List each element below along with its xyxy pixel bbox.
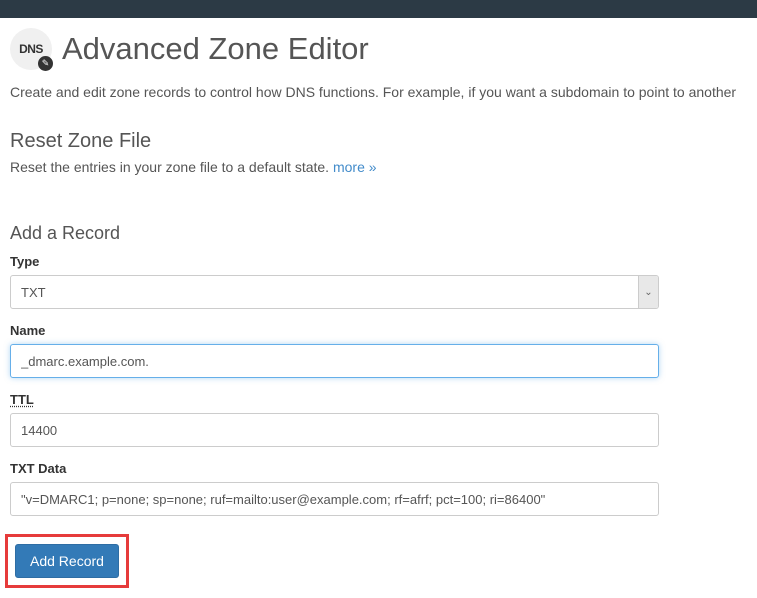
type-select[interactable]: TXT: [10, 275, 659, 309]
reset-zone-description: Reset the entries in your zone file to a…: [10, 159, 747, 175]
txtdata-label: TXT Data: [10, 461, 747, 476]
highlight-box: Add Record: [5, 534, 129, 588]
name-field: Name: [10, 323, 747, 378]
page-header: DNS ✎ Advanced Zone Editor: [0, 18, 757, 84]
name-label: Name: [10, 323, 747, 338]
type-field: Type TXT ⌄: [10, 254, 747, 309]
add-record-button[interactable]: Add Record: [15, 544, 119, 578]
ttl-input[interactable]: [10, 413, 659, 447]
reset-zone-text: Reset the entries in your zone file to a…: [10, 159, 333, 175]
more-link[interactable]: more »: [333, 159, 377, 175]
ttl-label: TTL: [10, 392, 747, 407]
page-title: Advanced Zone Editor: [62, 31, 369, 67]
ttl-field: TTL: [10, 392, 747, 447]
add-record-heading: Add a Record: [10, 223, 747, 244]
dns-icon: DNS ✎: [10, 28, 52, 70]
type-label: Type: [10, 254, 747, 269]
reset-zone-heading: Reset Zone File: [10, 130, 747, 153]
top-bar: [0, 0, 757, 18]
txtdata-input[interactable]: [10, 482, 659, 516]
content: Create and edit zone records to control …: [0, 84, 757, 598]
pencil-badge-icon: ✎: [38, 56, 53, 71]
intro-text: Create and edit zone records to control …: [10, 84, 747, 100]
txtdata-field: TXT Data: [10, 461, 747, 516]
name-input[interactable]: [10, 344, 659, 378]
